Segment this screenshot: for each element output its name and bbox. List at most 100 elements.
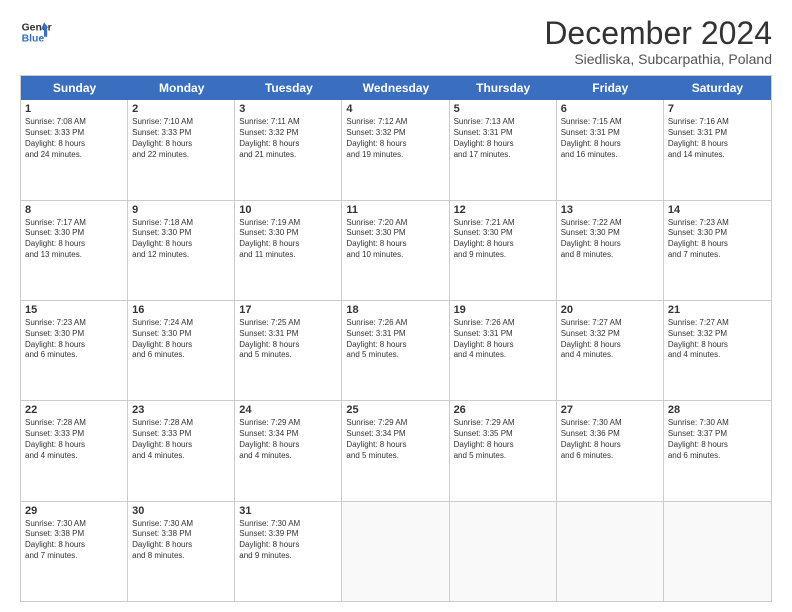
- day-number-25: 25: [346, 404, 444, 416]
- day-number-21: 21: [668, 304, 767, 316]
- day-15: 15 Sunrise: 7:23 AMSunset: 3:30 PMDayligh…: [21, 301, 128, 400]
- day-6: 6 Sunrise: 7:15 AMSunset: 3:31 PMDaylight…: [557, 100, 664, 199]
- day-number-11: 11: [346, 204, 444, 216]
- day-number-17: 17: [239, 304, 337, 316]
- day-info-21: Sunrise: 7:27 AMSunset: 3:32 PMDaylight:…: [668, 318, 767, 361]
- day-info-22: Sunrise: 7:28 AMSunset: 3:33 PMDaylight:…: [25, 418, 123, 461]
- day-info-5: Sunrise: 7:13 AMSunset: 3:31 PMDaylight:…: [454, 117, 552, 160]
- day-number-28: 28: [668, 404, 767, 416]
- week-row-4: 22 Sunrise: 7:28 AMSunset: 3:33 PMDayligh…: [21, 401, 771, 501]
- day-info-14: Sunrise: 7:23 AMSunset: 3:30 PMDaylight:…: [668, 218, 767, 261]
- day-info-27: Sunrise: 7:30 AMSunset: 3:36 PMDaylight:…: [561, 418, 659, 461]
- day-info-2: Sunrise: 7:10 AMSunset: 3:33 PMDaylight:…: [132, 117, 230, 160]
- day-info-29: Sunrise: 7:30 AMSunset: 3:38 PMDaylight:…: [25, 519, 123, 562]
- empty-cell-4-6: [664, 502, 771, 601]
- day-info-28: Sunrise: 7:30 AMSunset: 3:37 PMDaylight:…: [668, 418, 767, 461]
- day-info-10: Sunrise: 7:19 AMSunset: 3:30 PMDaylight:…: [239, 218, 337, 261]
- day-24: 24 Sunrise: 7:29 AMSunset: 3:34 PMDayligh…: [235, 401, 342, 500]
- day-22: 22 Sunrise: 7:28 AMSunset: 3:33 PMDayligh…: [21, 401, 128, 500]
- day-number-6: 6: [561, 103, 659, 115]
- day-number-19: 19: [454, 304, 552, 316]
- day-number-5: 5: [454, 103, 552, 115]
- day-4: 4 Sunrise: 7:12 AMSunset: 3:32 PMDaylight…: [342, 100, 449, 199]
- day-number-9: 9: [132, 204, 230, 216]
- day-number-26: 26: [454, 404, 552, 416]
- day-info-4: Sunrise: 7:12 AMSunset: 3:32 PMDaylight:…: [346, 117, 444, 160]
- day-number-3: 3: [239, 103, 337, 115]
- header-friday: Friday: [557, 76, 664, 100]
- title-block: December 2024 Siedliska, Subcarpathia, P…: [544, 16, 772, 67]
- header-monday: Monday: [128, 76, 235, 100]
- calendar-body: 1Sunrise: 7:08 AMSunset: 3:33 PMDaylight…: [21, 100, 771, 601]
- day-info-24: Sunrise: 7:29 AMSunset: 3:34 PMDaylight:…: [239, 418, 337, 461]
- day-number-29: 29: [25, 505, 123, 517]
- day-5: 5 Sunrise: 7:13 AMSunset: 3:31 PMDaylight…: [450, 100, 557, 199]
- day-3: 3Sunrise: 7:11 AMSunset: 3:32 PMDaylight…: [235, 100, 342, 199]
- header-thursday: Thursday: [450, 76, 557, 100]
- subtitle: Siedliska, Subcarpathia, Poland: [544, 51, 772, 67]
- logo-icon: General Blue: [20, 16, 52, 48]
- day-info-31: Sunrise: 7:30 AMSunset: 3:39 PMDaylight:…: [239, 519, 337, 562]
- day-number-31: 31: [239, 505, 337, 517]
- day-27: 27Sunrise: 7:30 AMSunset: 3:36 PMDayligh…: [557, 401, 664, 500]
- day-number-20: 20: [561, 304, 659, 316]
- day-31: 31 Sunrise: 7:30 AMSunset: 3:39 PMDayligh…: [235, 502, 342, 601]
- week-row-1: 1Sunrise: 7:08 AMSunset: 3:33 PMDaylight…: [21, 100, 771, 200]
- day-number-15: 15: [25, 304, 123, 316]
- day-info-16: Sunrise: 7:24 AMSunset: 3:30 PMDaylight:…: [132, 318, 230, 361]
- svg-text:Blue: Blue: [22, 34, 45, 45]
- day-info-15: Sunrise: 7:23 AMSunset: 3:30 PMDaylight:…: [25, 318, 123, 361]
- day-20: 20 Sunrise: 7:27 AMSunset: 3:32 PMDayligh…: [557, 301, 664, 400]
- day-25: 25 Sunrise: 7:29 AMSunset: 3:34 PMDayligh…: [342, 401, 449, 500]
- day-14: 14 Sunrise: 7:23 AMSunset: 3:30 PMDayligh…: [664, 201, 771, 300]
- day-11: 11 Sunrise: 7:20 AMSunset: 3:30 PMDayligh…: [342, 201, 449, 300]
- day-info-11: Sunrise: 7:20 AMSunset: 3:30 PMDaylight:…: [346, 218, 444, 261]
- day-info-20: Sunrise: 7:27 AMSunset: 3:32 PMDaylight:…: [561, 318, 659, 361]
- day-number-14: 14: [668, 204, 767, 216]
- header-sunday: Sunday: [21, 76, 128, 100]
- day-number-16: 16: [132, 304, 230, 316]
- page: General Blue December 2024 Siedliska, Su…: [0, 0, 792, 612]
- month-title: December 2024: [544, 16, 772, 51]
- day-18: 18Sunrise: 7:26 AMSunset: 3:31 PMDayligh…: [342, 301, 449, 400]
- day-info-6: Sunrise: 7:15 AMSunset: 3:31 PMDaylight:…: [561, 117, 659, 160]
- day-number-12: 12: [454, 204, 552, 216]
- day-1: 1Sunrise: 7:08 AMSunset: 3:33 PMDaylight…: [21, 100, 128, 199]
- day-number-23: 23: [132, 404, 230, 416]
- calendar: Sunday Monday Tuesday Wednesday Thursday…: [20, 75, 772, 602]
- header-tuesday: Tuesday: [235, 76, 342, 100]
- day-info-18: Sunrise: 7:26 AMSunset: 3:31 PMDaylight:…: [346, 318, 444, 361]
- week-row-5: 29 Sunrise: 7:30 AMSunset: 3:38 PMDayligh…: [21, 502, 771, 601]
- day-number-8: 8: [25, 204, 123, 216]
- logo: General Blue: [20, 16, 52, 48]
- day-number-22: 22: [25, 404, 123, 416]
- day-number-4: 4: [346, 103, 444, 115]
- day-info-23: Sunrise: 7:28 AMSunset: 3:33 PMDaylight:…: [132, 418, 230, 461]
- day-number-13: 13: [561, 204, 659, 216]
- day-info-25: Sunrise: 7:29 AMSunset: 3:34 PMDaylight:…: [346, 418, 444, 461]
- week-row-3: 15 Sunrise: 7:23 AMSunset: 3:30 PMDayligh…: [21, 301, 771, 401]
- day-info-12: Sunrise: 7:21 AMSunset: 3:30 PMDaylight:…: [454, 218, 552, 261]
- day-info-7: Sunrise: 7:16 AMSunset: 3:31 PMDaylight:…: [668, 117, 767, 160]
- day-number-7: 7: [668, 103, 767, 115]
- day-9: 9Sunrise: 7:18 AMSunset: 3:30 PMDaylight…: [128, 201, 235, 300]
- day-7: 7 Sunrise: 7:16 AMSunset: 3:31 PMDaylight…: [664, 100, 771, 199]
- day-number-10: 10: [239, 204, 337, 216]
- day-info-13: Sunrise: 7:22 AMSunset: 3:30 PMDaylight:…: [561, 218, 659, 261]
- header-wednesday: Wednesday: [342, 76, 449, 100]
- day-8: 8Sunrise: 7:17 AMSunset: 3:30 PMDaylight…: [21, 201, 128, 300]
- day-info-26: Sunrise: 7:29 AMSunset: 3:35 PMDaylight:…: [454, 418, 552, 461]
- day-info-17: Sunrise: 7:25 AMSunset: 3:31 PMDaylight:…: [239, 318, 337, 361]
- day-info-1: Sunrise: 7:08 AMSunset: 3:33 PMDaylight:…: [25, 117, 123, 160]
- day-17: 17 Sunrise: 7:25 AMSunset: 3:31 PMDayligh…: [235, 301, 342, 400]
- header-saturday: Saturday: [664, 76, 771, 100]
- day-16: 16 Sunrise: 7:24 AMSunset: 3:30 PMDayligh…: [128, 301, 235, 400]
- empty-cell-4-5: [557, 502, 664, 601]
- day-29: 29 Sunrise: 7:30 AMSunset: 3:38 PMDayligh…: [21, 502, 128, 601]
- day-26: 26 Sunrise: 7:29 AMSunset: 3:35 PMDayligh…: [450, 401, 557, 500]
- calendar-header: Sunday Monday Tuesday Wednesday Thursday…: [21, 76, 771, 100]
- day-30: 30Sunrise: 7:30 AMSunset: 3:38 PMDayligh…: [128, 502, 235, 601]
- day-number-24: 24: [239, 404, 337, 416]
- day-19: 19Sunrise: 7:26 AMSunset: 3:31 PMDayligh…: [450, 301, 557, 400]
- header: General Blue December 2024 Siedliska, Su…: [20, 16, 772, 67]
